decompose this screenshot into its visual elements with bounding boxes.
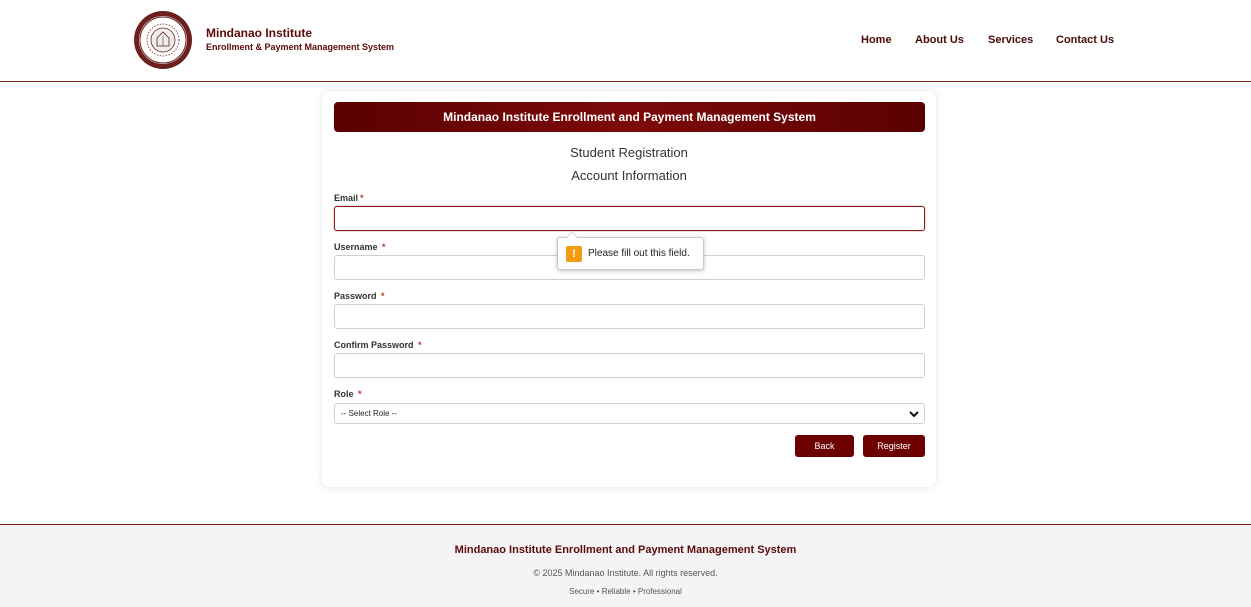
username-label: Username *: [334, 242, 386, 252]
nav-contact-us[interactable]: Contact Us: [1056, 34, 1114, 46]
nav-about-us[interactable]: About Us: [915, 34, 964, 46]
password-label: Password *: [334, 291, 385, 301]
email-label: Email *: [334, 193, 364, 203]
footer-title: Mindanao Institute Enrollment and Paymen…: [454, 544, 797, 556]
form-banner: Mindanao Institute Enrollment and Paymen…: [334, 102, 925, 132]
role-select[interactable]: -- Select Role --: [334, 403, 925, 424]
required-mark: *: [360, 193, 364, 203]
password-field[interactable]: [334, 304, 925, 329]
brand-title: Mindanao Institute: [206, 26, 312, 40]
institute-seal-logo: [134, 11, 192, 69]
role-selected-value: -- Select Role --: [341, 409, 398, 418]
form-section-title: Account Information: [571, 168, 687, 183]
chevron-down-icon: [909, 411, 919, 418]
register-button[interactable]: Register: [863, 435, 925, 457]
form-heading: Student Registration: [570, 145, 688, 160]
registration-card: Mindanao Institute Enrollment and Paymen…: [322, 91, 936, 487]
warning-icon: !: [566, 246, 582, 262]
email-field[interactable]: [334, 206, 925, 231]
back-button[interactable]: Back: [795, 435, 854, 457]
nav-services[interactable]: Services: [988, 34, 1033, 46]
validation-tooltip: ! Please fill out this field.: [557, 231, 704, 270]
site-footer: Mindanao Institute Enrollment and Paymen…: [0, 524, 1251, 607]
footer-copyright: © 2025 Mindanao Institute. All rights re…: [533, 568, 718, 578]
site-header: Mindanao Institute Enrollment & Payment …: [0, 0, 1251, 82]
validation-message: Please fill out this field.: [588, 248, 690, 259]
page: Mindanao Institute Enrollment & Payment …: [0, 0, 1251, 607]
required-mark: *: [358, 389, 362, 399]
brand-subtitle: Enrollment & Payment Management System: [206, 42, 395, 52]
nav-home[interactable]: Home: [861, 34, 892, 46]
confirm-password-label: Confirm Password *: [334, 340, 422, 350]
required-mark: *: [418, 340, 422, 350]
required-mark: *: [381, 291, 385, 301]
footer-tagline: Secure • Reliable • Professional: [569, 587, 682, 596]
required-mark: *: [382, 242, 386, 252]
confirm-password-field[interactable]: [334, 353, 925, 378]
role-label: Role *: [334, 389, 362, 399]
